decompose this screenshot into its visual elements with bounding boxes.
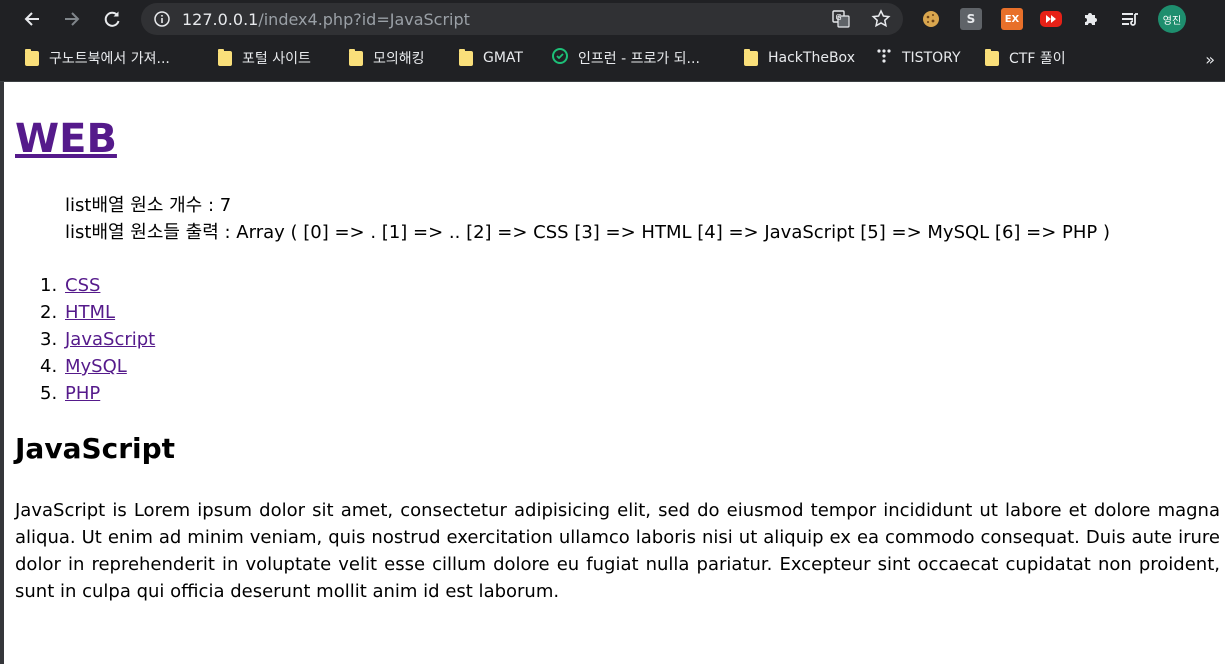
bookmark-label: 인프런 - 프로가 되... xyxy=(578,51,700,67)
forward-button[interactable] xyxy=(58,5,86,33)
translate-icon[interactable]: G xyxy=(831,9,851,33)
bookmark-label: CTF 풀이 xyxy=(1009,51,1066,67)
folder-icon xyxy=(985,48,999,66)
array-info: list배열 원소 개수 : 7 list배열 원소들 출력 : Array (… xyxy=(65,192,1110,246)
bookmark-item[interactable]: GMAT xyxy=(459,48,523,68)
forward-arrow-icon xyxy=(65,12,80,26)
back-button[interactable] xyxy=(18,5,46,33)
ex-extension-icon[interactable]: EX xyxy=(1001,8,1023,30)
site-info-icon[interactable] xyxy=(154,11,170,31)
bookmark-item[interactable]: 포털 사이트 xyxy=(218,48,311,68)
left-edge-strip xyxy=(0,82,4,664)
url-host: 127.0.0.1 xyxy=(182,10,259,29)
section-description: JavaScript is Lorem ipsum dolor sit amet… xyxy=(15,500,1220,602)
bookmark-item[interactable]: HackTheBox xyxy=(744,48,855,68)
browser-toolbar: 127.0.0.1/index4.php?id=JavaScript G S E… xyxy=(0,0,1225,38)
bookmark-label: 모의해킹 xyxy=(373,51,425,67)
reading-list-icon[interactable] xyxy=(1119,8,1141,30)
list-number: 1. xyxy=(40,275,58,296)
url-path: /index4.php?id=JavaScript xyxy=(258,10,470,29)
bookmark-item[interactable]: 인프런 - 프로가 되... xyxy=(552,48,700,68)
svg-text:G: G xyxy=(836,13,842,22)
reload-icon xyxy=(104,11,120,27)
cookie-icon[interactable] xyxy=(920,8,942,30)
list-number: 2. xyxy=(40,302,58,323)
list-item: 2. HTML xyxy=(40,299,155,326)
bookmark-label: 구노트북에서 가져... xyxy=(49,51,170,67)
array-output-text: list배열 원소들 출력 : Array ( [0] => . [1] => … xyxy=(65,222,1111,243)
bookmark-label: TISTORY xyxy=(902,50,961,66)
list-item: 5. PHP xyxy=(40,380,155,407)
folder-icon xyxy=(25,48,39,66)
page-content: WEB list배열 원소 개수 : 7 list배열 원소들 출력 : Arr… xyxy=(0,82,1225,664)
bookmark-label: 포털 사이트 xyxy=(242,51,311,67)
profile-avatar[interactable]: 영진 xyxy=(1158,5,1186,33)
folder-icon xyxy=(744,48,758,66)
page-title: WEB xyxy=(15,116,117,162)
topic-list: 1. CSS 2. HTML 3. JavaScript 4. MySQL 5.… xyxy=(40,272,155,407)
inflearn-icon xyxy=(552,48,568,68)
folder-icon xyxy=(349,48,363,66)
extensions-puzzle-icon[interactable] xyxy=(1080,8,1102,30)
list-item: 4. MySQL xyxy=(40,353,155,380)
back-arrow-icon xyxy=(24,12,39,26)
bookmark-item[interactable]: TISTORY xyxy=(876,48,961,68)
folder-icon xyxy=(459,48,473,66)
folder-icon xyxy=(218,48,232,66)
reload-button[interactable] xyxy=(98,5,126,33)
list-item: 3. JavaScript xyxy=(40,326,155,353)
list-number: 4. xyxy=(40,356,58,377)
bookmark-item[interactable]: CTF 풀이 xyxy=(985,48,1066,68)
list-link-mysql[interactable]: MySQL xyxy=(65,353,127,380)
list-number: 3. xyxy=(40,329,58,350)
home-link[interactable]: WEB xyxy=(15,116,117,162)
array-count-text: list배열 원소 개수 : 7 xyxy=(65,195,232,216)
list-item: 1. CSS xyxy=(40,272,155,299)
bookmark-label: GMAT xyxy=(483,50,523,66)
list-link-php[interactable]: PHP xyxy=(65,380,100,407)
url-text[interactable]: 127.0.0.1/index4.php?id=JavaScript xyxy=(182,10,470,29)
youtube-extension-icon[interactable] xyxy=(1040,8,1062,30)
list-number: 5. xyxy=(40,383,58,404)
list-link-css[interactable]: CSS xyxy=(65,272,100,299)
bookmark-item[interactable]: 구노트북에서 가져... xyxy=(25,48,170,68)
section-heading: JavaScript xyxy=(15,432,176,465)
bookmarks-overflow-button[interactable]: » xyxy=(1205,50,1215,69)
bookmarks-bar: 구노트북에서 가져... 포털 사이트 모의해킹 GMAT 인프런 - 프로가 … xyxy=(0,38,1225,82)
bookmark-item[interactable]: 모의해킹 xyxy=(349,48,425,68)
tistory-icon xyxy=(876,48,892,68)
bookmark-star-icon[interactable] xyxy=(871,9,891,33)
s-extension-icon[interactable]: S xyxy=(960,8,982,30)
address-bar[interactable]: 127.0.0.1/index4.php?id=JavaScript G xyxy=(141,3,903,35)
list-link-javascript[interactable]: JavaScript xyxy=(65,326,155,353)
bookmark-label: HackTheBox xyxy=(768,50,855,66)
list-link-html[interactable]: HTML xyxy=(65,299,115,326)
